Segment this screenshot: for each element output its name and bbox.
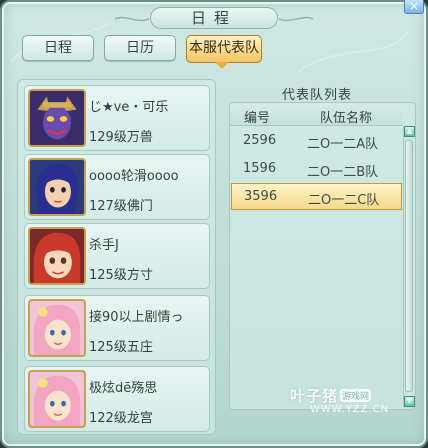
team-name: 二O一二A队 bbox=[307, 137, 379, 152]
member-level: 122级龙宫 bbox=[89, 411, 153, 426]
member-name: じ★ve・可乐 bbox=[89, 100, 169, 115]
member-card[interactable]: 接90以上剧情っ 125级五庄 bbox=[24, 295, 210, 361]
member-name: 杀手J bbox=[89, 238, 119, 253]
member-name: oooo轮滑oooo bbox=[89, 169, 179, 184]
avatar-pink-hair-icon bbox=[28, 299, 86, 357]
member-level: 125级五庄 bbox=[89, 340, 153, 355]
scroll-up-icon[interactable]: ▲ bbox=[404, 126, 415, 137]
team-id: 3596 bbox=[244, 189, 278, 204]
active-tab-pointer bbox=[215, 62, 229, 69]
column-header-id: 编号 bbox=[244, 111, 271, 126]
watermark-main: 叶子猪 bbox=[290, 387, 339, 405]
table-row[interactable]: 1596 二O一二B队 bbox=[231, 156, 402, 183]
member-card[interactable]: 杀手J 125级方寸 bbox=[24, 223, 210, 289]
table-row-selected[interactable]: 3596 二O一二C队 bbox=[231, 183, 402, 210]
site-watermark: 叶子猪 游戏网 WWW.YZZ.CN bbox=[290, 385, 389, 415]
member-name: 极炫dē殇思 bbox=[89, 381, 158, 396]
member-card[interactable]: じ★ve・可乐 129级万兽 bbox=[24, 85, 210, 151]
team-table-header: 编号 队伍名称 bbox=[230, 104, 403, 126]
close-button[interactable]: × bbox=[404, 0, 424, 14]
tab-server-team[interactable]: 本服代表队 bbox=[186, 35, 262, 63]
scroll-thumb[interactable] bbox=[405, 140, 413, 392]
column-header-name: 队伍名称 bbox=[320, 111, 373, 126]
scroll-down-icon[interactable]: ▼ bbox=[404, 396, 415, 407]
team-id: 2596 bbox=[243, 133, 277, 148]
member-name: 接90以上剧情っ bbox=[89, 310, 184, 325]
table-row[interactable]: 2596 二O一二A队 bbox=[231, 128, 402, 155]
member-card[interactable]: oooo轮滑oooo 127级佛门 bbox=[24, 154, 210, 220]
avatar-demon-icon bbox=[28, 89, 86, 147]
avatar-red-hair-icon bbox=[28, 227, 86, 285]
team-list-title: 代表队列表 bbox=[282, 88, 353, 103]
avatar-blue-hair-icon bbox=[28, 158, 86, 216]
member-card[interactable]: 极炫dē殇思 122级龙宫 bbox=[24, 366, 210, 432]
window-title: 日程 bbox=[150, 7, 278, 29]
member-level: 125级方寸 bbox=[89, 268, 153, 283]
team-name: 二O一二B队 bbox=[307, 165, 379, 180]
watermark-tag: 游戏网 bbox=[340, 389, 372, 402]
tab-calendar[interactable]: 日历 bbox=[104, 35, 176, 61]
title-ornament-right bbox=[279, 16, 313, 22]
avatar-pink-hair-icon bbox=[28, 370, 86, 428]
member-level: 129级万兽 bbox=[89, 130, 153, 145]
title-ornament-left bbox=[115, 16, 149, 22]
team-name: 二O一二C队 bbox=[308, 193, 380, 208]
tab-schedule[interactable]: 日程 bbox=[22, 35, 94, 61]
team-table-scrollbar[interactable]: ▲ ▼ bbox=[403, 126, 415, 407]
watermark-url: WWW.YZZ.CN bbox=[310, 404, 390, 415]
member-level: 127级佛门 bbox=[89, 199, 153, 214]
team-id: 1596 bbox=[243, 161, 277, 176]
